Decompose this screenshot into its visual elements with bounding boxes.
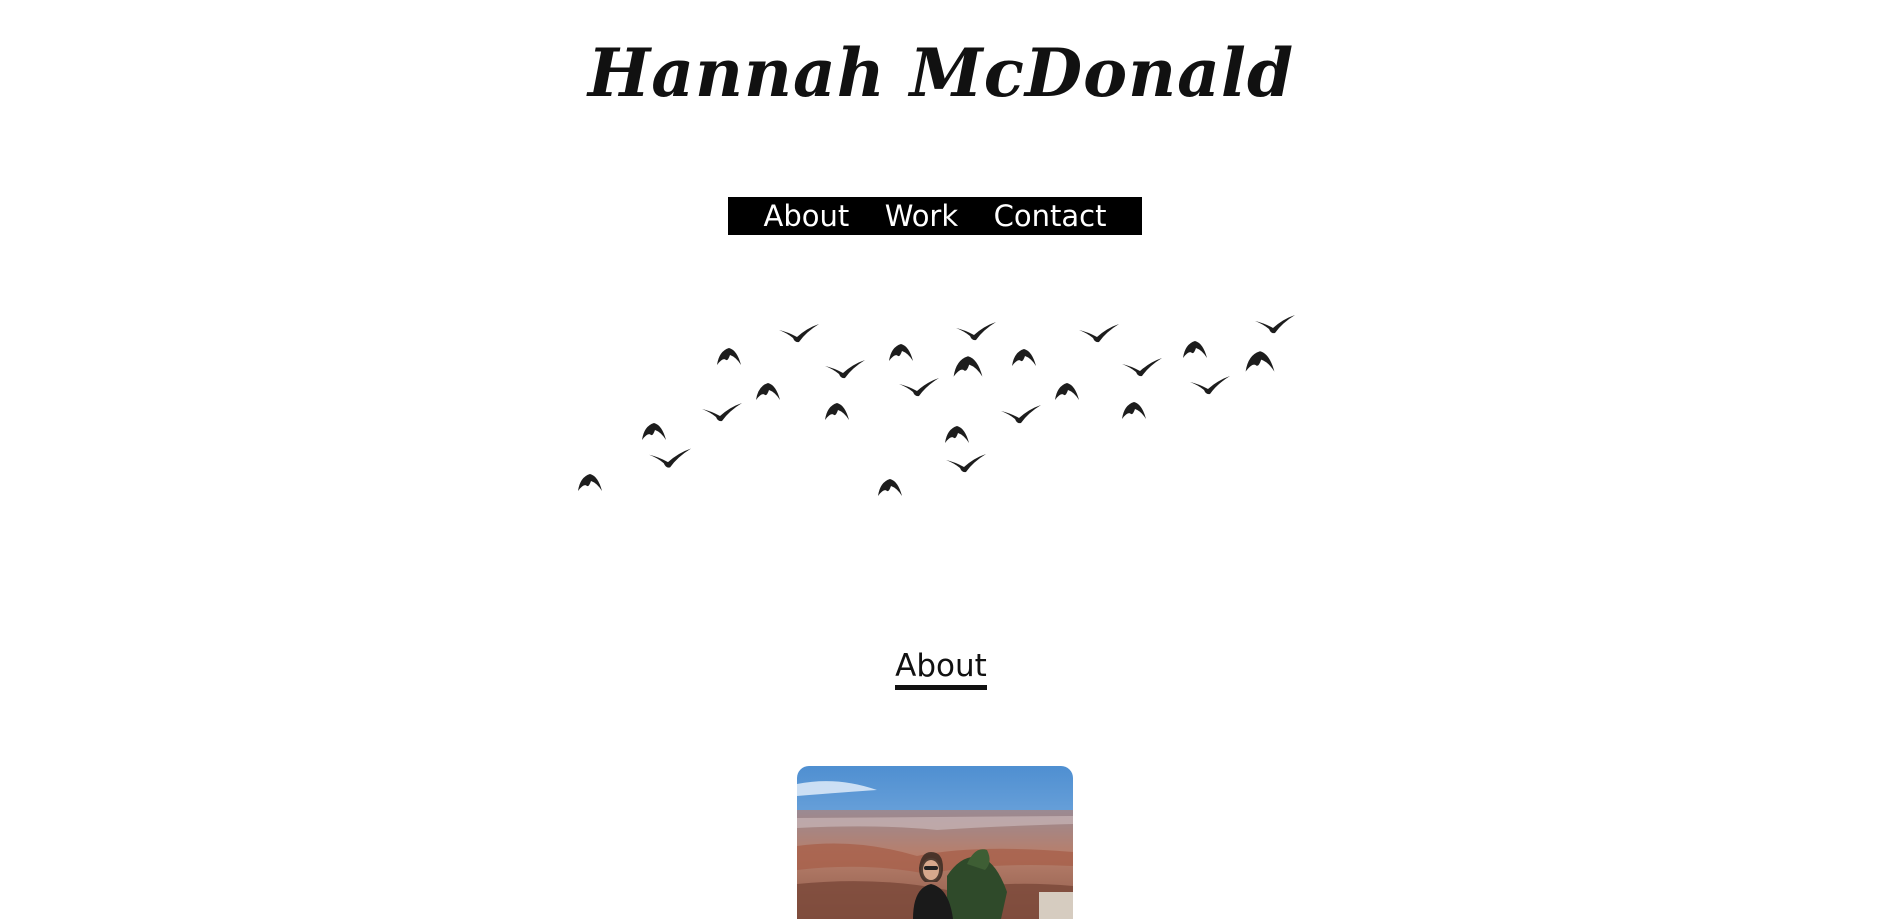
bird-group [578, 315, 1295, 496]
site-title: Hannah McDonald [587, 34, 1295, 112]
nav-about-link[interactable]: About [763, 199, 849, 233]
about-section-heading: About [0, 648, 1882, 690]
main-nav: About Work Contact [728, 197, 1142, 235]
about-heading-text: About [895, 648, 987, 690]
nav-work-link[interactable]: Work [885, 199, 958, 233]
page: Hannah McDonald About Work Contact About [0, 0, 1882, 919]
grand-canyon-portrait-image [797, 766, 1073, 919]
nav-contact-link[interactable]: Contact [994, 199, 1107, 233]
flock-of-birds-image [578, 315, 1295, 496]
about-photo [797, 766, 1073, 919]
